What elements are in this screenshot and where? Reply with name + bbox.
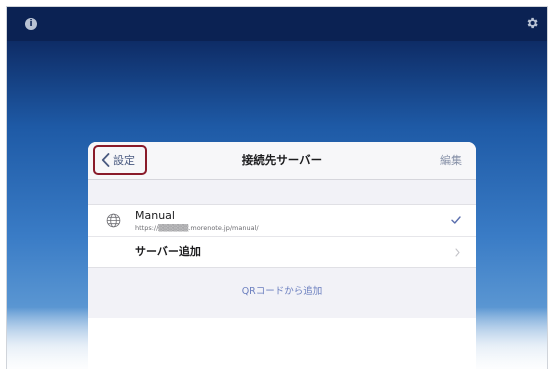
server-url: https://▒▒▒▒▒▒.morenote.jp/manual/ — [135, 224, 259, 232]
chevron-left-icon — [101, 153, 110, 167]
qr-add-link[interactable]: QRコードから追加 — [88, 283, 476, 297]
app-window: i 接続先サーバー 設定 編集 Manual https://▒▒▒▒▒▒.mo… — [6, 6, 548, 369]
add-server-label: サーバー追加 — [135, 245, 201, 258]
globe-icon — [106, 213, 121, 228]
back-button[interactable]: 設定 — [93, 145, 147, 175]
navigation-bar: 接続先サーバー 設定 編集 — [88, 142, 476, 180]
server-name: Manual — [135, 209, 175, 222]
top-bar: i — [7, 7, 547, 41]
info-icon[interactable]: i — [25, 18, 37, 30]
back-label: 設定 — [113, 154, 135, 167]
server-list: Manual https://▒▒▒▒▒▒.morenote.jp/manual… — [88, 204, 476, 268]
server-settings-modal: 接続先サーバー 設定 編集 Manual https://▒▒▒▒▒▒.more… — [88, 142, 476, 369]
server-row[interactable]: Manual https://▒▒▒▒▒▒.morenote.jp/manual… — [88, 205, 476, 237]
gear-icon[interactable] — [525, 16, 539, 30]
checkmark-icon — [451, 216, 461, 224]
add-server-row[interactable]: サーバー追加 — [88, 237, 476, 267]
modal-lower-area — [88, 318, 476, 369]
edit-button[interactable]: 編集 — [440, 142, 462, 179]
chevron-right-icon — [455, 248, 460, 257]
